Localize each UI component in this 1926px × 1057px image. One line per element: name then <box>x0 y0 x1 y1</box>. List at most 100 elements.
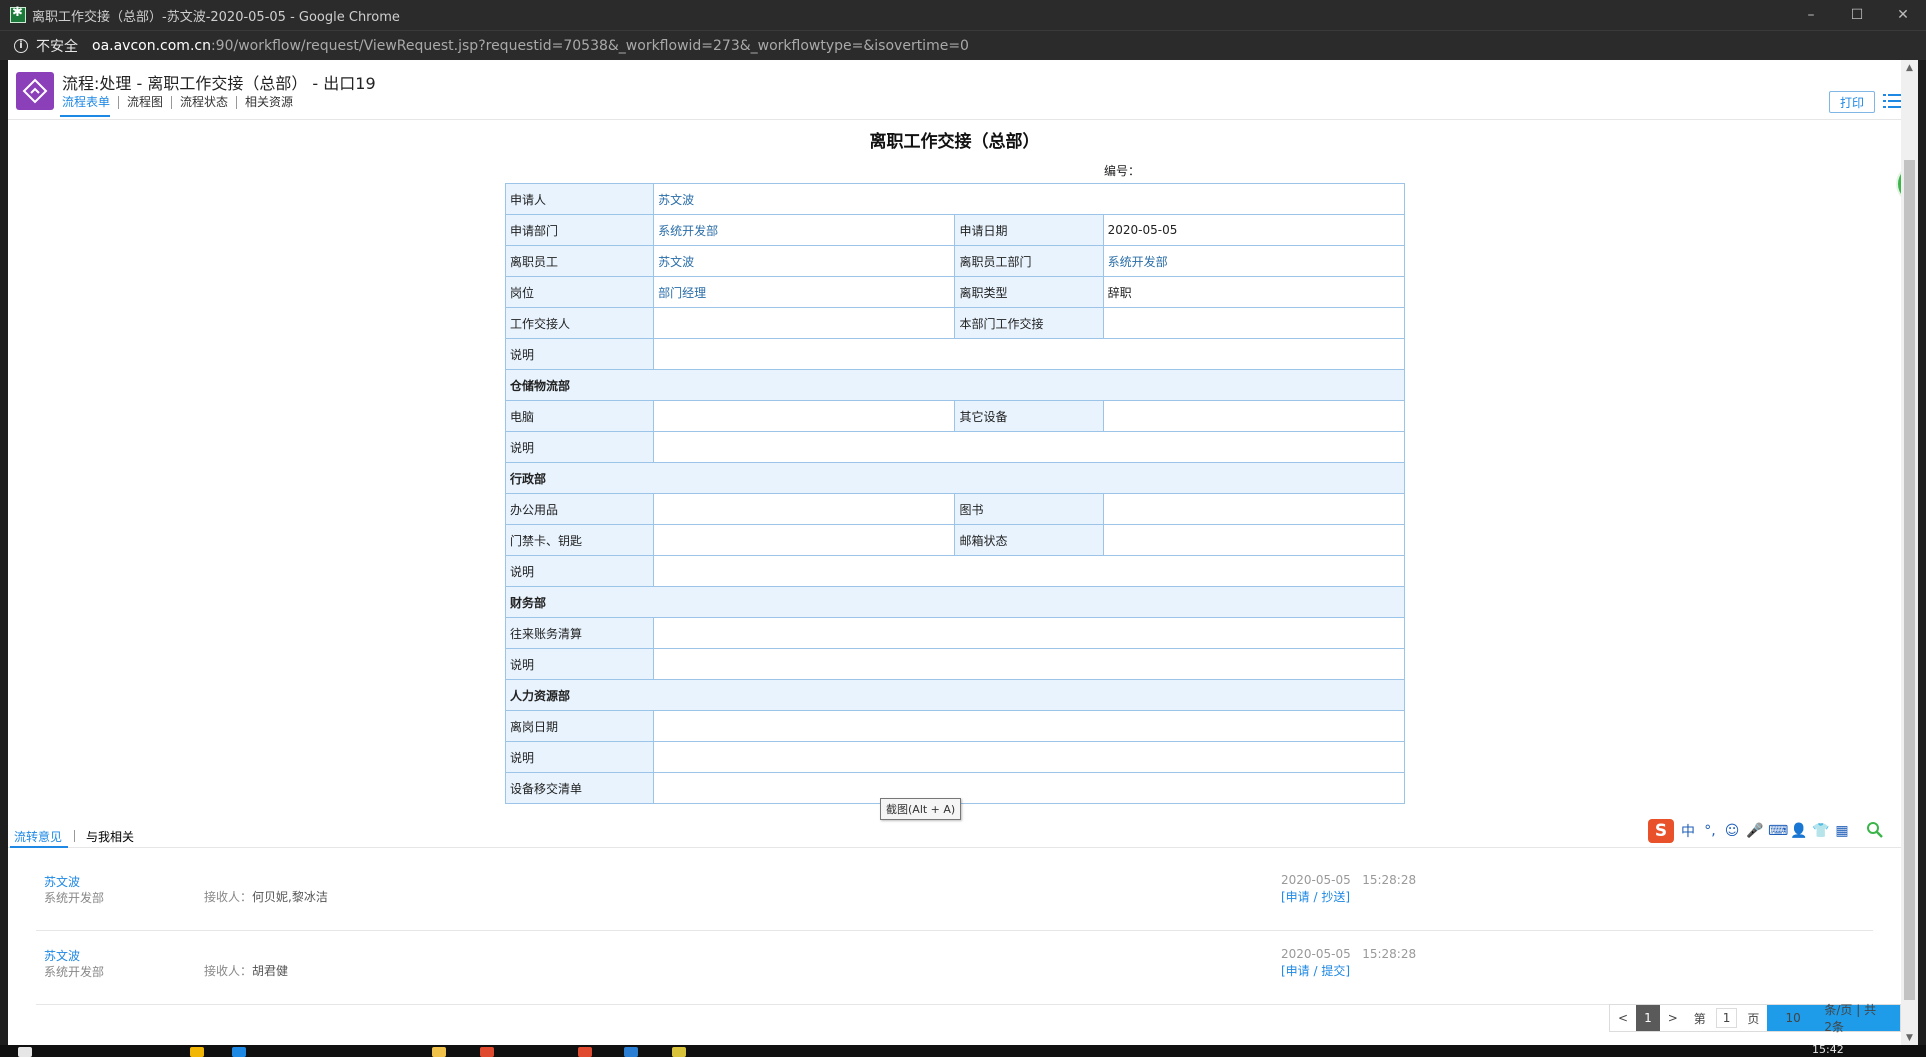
page-scrollbar[interactable]: ▲ ▼ <box>1901 60 1918 1045</box>
workflow-tabs: 流程表单 流程图 流程状态 相关资源 <box>62 96 301 109</box>
receiver-names: 胡君健 <box>252 964 289 978</box>
warehouse-note-field[interactable] <box>653 431 1405 463</box>
log-entry-time: 15:28:28 <box>1362 947 1417 961</box>
url-domain[interactable]: oa.avcon.com.cn <box>92 38 211 54</box>
current-page-button[interactable]: 1 <box>1636 1005 1660 1031</box>
taskbar-app-icon[interactable] <box>672 1047 686 1057</box>
search-icon[interactable] <box>1866 821 1884 839</box>
print-button[interactable]: 打印 <box>1829 91 1875 113</box>
tab-flowchart[interactable]: 流程图 <box>119 96 173 109</box>
window-controls: – ☐ ✕ <box>1788 0 1926 30</box>
warehouse-section-heading: 仓储物流部 <box>505 369 1405 401</box>
tab-related-to-me[interactable]: 与我相关 <box>86 828 134 845</box>
minimize-button[interactable]: – <box>1788 0 1834 30</box>
start-icon[interactable] <box>18 1047 32 1057</box>
position-label: 岗位 <box>504 276 655 308</box>
ime-voice-icon[interactable]: 🎤 <box>1746 823 1763 839</box>
page-prefix: 第 <box>1693 1011 1706 1026</box>
prev-page-button[interactable]: < <box>1610 1005 1636 1031</box>
taskbar-chrome-icon[interactable] <box>578 1047 592 1057</box>
hr-note-field[interactable] <box>653 741 1405 773</box>
scroll-up-icon[interactable]: ▲ <box>1901 60 1918 75</box>
section-row: 行政部 <box>505 462 1405 494</box>
log-entry-datetime: 2020-05-05 15:28:28 <box>1281 947 1416 961</box>
tab-flow-comments[interactable]: 流转意见 <box>14 828 62 845</box>
employee-dept-value[interactable]: 系统开发部 <box>1102 245 1406 277</box>
close-window-button[interactable]: ✕ <box>1880 0 1926 30</box>
log-entry-date: 2020-05-05 <box>1281 873 1351 887</box>
handover-person-field[interactable] <box>653 307 956 339</box>
sogou-ime-icon[interactable]: S <box>1648 819 1674 843</box>
taskbar-app-icon[interactable] <box>480 1047 494 1057</box>
section-row: 财务部 <box>505 586 1405 618</box>
page-number-input[interactable]: 1 <box>1715 1008 1738 1028</box>
dept-handover-field[interactable] <box>1102 307 1406 339</box>
log-entry: 苏文波 系统开发部 接收人：何贝妮,黎冰洁 2020-05-05 15:28:2… <box>36 857 1873 931</box>
page-size-select[interactable]: 10 条/页 | 共2条 <box>1767 1003 1900 1034</box>
taskbar-vscode-icon[interactable] <box>624 1047 638 1057</box>
form-title: 离职工作交接（总部） <box>869 132 1040 152</box>
accounts-field[interactable] <box>653 617 1405 649</box>
other-device-field[interactable] <box>1102 400 1406 432</box>
taskbar-app-icon[interactable] <box>232 1047 246 1057</box>
insecure-label[interactable]: 不安全 <box>36 36 78 56</box>
log-entry: 苏文波 系统开发部 接收人：胡君健 2020-05-05 15:28:28 [申… <box>36 931 1873 1005</box>
other-device-label: 其它设备 <box>954 400 1104 432</box>
tab-related-resources[interactable]: 相关资源 <box>237 96 301 109</box>
os-taskbar: 15:42 <box>0 1043 1926 1057</box>
log-entry-action[interactable]: [申请 / 提交] <box>1281 962 1350 979</box>
ime-skin-icon[interactable]: 👕 <box>1812 823 1829 839</box>
mailbox-field[interactable] <box>1102 524 1406 556</box>
page-size-label: 条/页 | 共2条 <box>1824 1003 1877 1034</box>
leave-type-value: 辞职 <box>1102 276 1406 308</box>
workflow-app-icon <box>16 72 54 110</box>
tab-form[interactable]: 流程表单 <box>62 96 120 109</box>
maximize-button[interactable]: ☐ <box>1834 0 1880 30</box>
equipment-list-field[interactable] <box>653 772 1405 804</box>
applicant-value[interactable]: 苏文波 <box>653 183 1405 215</box>
log-entry-name[interactable]: 苏文波 <box>44 873 80 890</box>
computer-field[interactable] <box>653 400 956 432</box>
books-label: 图书 <box>954 493 1104 525</box>
employee-dept-label: 离职员工部门 <box>954 245 1104 277</box>
next-page-button[interactable]: > <box>1660 1005 1686 1031</box>
site-favicon-icon <box>10 5 26 23</box>
handover-person-label: 工作交接人 <box>504 307 655 339</box>
ime-user-icon[interactable]: 👤 <box>1790 823 1807 839</box>
table-row: 往来账务清算 <box>504 617 1405 649</box>
dept-value[interactable]: 系统开发部 <box>653 214 956 246</box>
table-row: 说明 <box>504 648 1405 680</box>
admin-section-heading: 行政部 <box>505 462 1405 494</box>
finance-note-field[interactable] <box>653 648 1405 680</box>
list-menu-icon[interactable] <box>1883 93 1901 109</box>
note-field[interactable] <box>653 338 1405 370</box>
browser-titlebar: 离职工作交接（总部）-苏文波-2020-05-05 - Google Chrom… <box>0 0 1926 30</box>
office-supplies-field[interactable] <box>653 493 956 525</box>
ime-toolbox-icon[interactable]: ▦ <box>1834 823 1850 839</box>
employee-value[interactable]: 苏文波 <box>653 245 956 277</box>
admin-note-field[interactable] <box>653 555 1405 587</box>
date-label: 申请日期 <box>954 214 1104 246</box>
scrollbar-thumb[interactable] <box>1904 160 1915 1000</box>
taskbar-clock[interactable]: 15:42 <box>1812 1043 1844 1056</box>
position-value[interactable]: 部门经理 <box>653 276 956 308</box>
leave-date-field[interactable] <box>653 710 1405 742</box>
ime-punctuation-icon[interactable]: °, <box>1702 823 1718 839</box>
ime-emoji-icon[interactable]: ☺ <box>1724 823 1740 839</box>
taskbar-app-icon[interactable] <box>190 1047 204 1057</box>
access-card-field[interactable] <box>653 524 956 556</box>
hr-note-label: 说明 <box>504 741 655 773</box>
site-info-icon[interactable]: i <box>14 38 28 53</box>
log-entry-action[interactable]: [申请 / 抄送] <box>1281 888 1350 905</box>
url-path[interactable]: :90/workflow/request/ViewRequest.jsp?req… <box>211 38 969 54</box>
taskbar-folder-icon[interactable] <box>432 1047 446 1057</box>
ime-chinese-mode-icon[interactable]: 中 <box>1680 821 1696 841</box>
log-entry-dept: 系统开发部 <box>44 891 105 905</box>
admin-note-label: 说明 <box>504 555 655 587</box>
scroll-down-icon[interactable]: ▼ <box>1901 1030 1918 1045</box>
tab-flow-status[interactable]: 流程状态 <box>172 96 238 109</box>
address-bar[interactable]: i 不安全 oa.avcon.com.cn :90/workflow/reque… <box>0 30 1926 60</box>
ime-keyboard-icon[interactable]: ⌨ <box>1768 823 1788 839</box>
books-field[interactable] <box>1102 493 1406 525</box>
log-entry-name[interactable]: 苏文波 <box>44 947 80 964</box>
